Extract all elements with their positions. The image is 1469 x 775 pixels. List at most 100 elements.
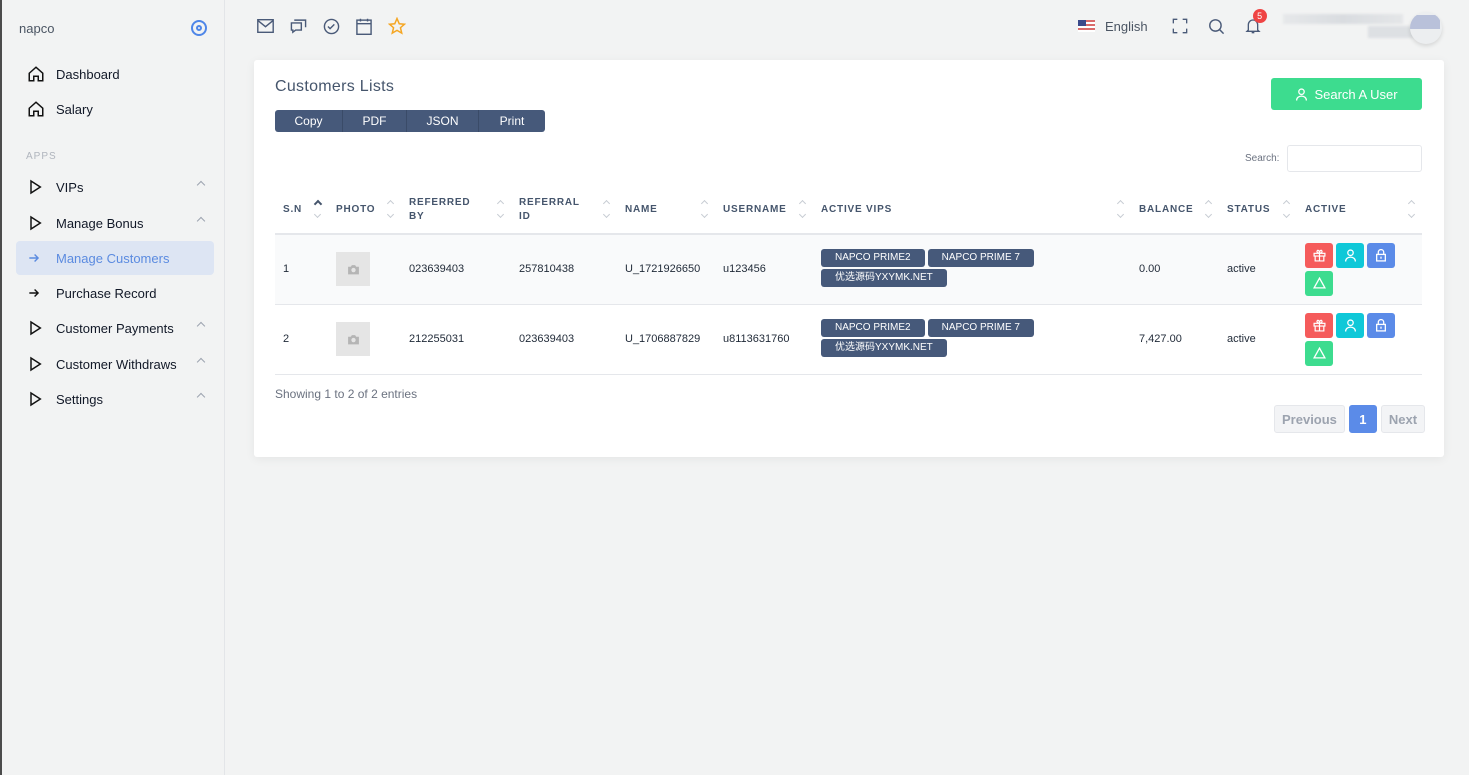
sidebar: napco Dashboard Salary APPS VIPs Manage … (0, 0, 225, 775)
view-user-button[interactable] (1336, 242, 1364, 268)
table-header-row: S.N PHOTO REFERRED BY REFERRAL ID NAME U… (275, 187, 1422, 235)
column-header-sn[interactable]: S.N (275, 187, 328, 235)
cell-referral-id: 023639403 (511, 304, 617, 375)
sidebar-item-dashboard[interactable]: Dashboard (16, 57, 214, 91)
lock-user-button[interactable] (1367, 312, 1395, 338)
sidebar-item-manage-bonus[interactable]: Manage Bonus (16, 206, 214, 240)
search-input[interactable] (1287, 145, 1422, 172)
cell-actions (1297, 234, 1422, 305)
chevron-up-icon (196, 180, 206, 190)
cell-active-vips: NAPCO PRIME2 NAPCO PRIME 7 优选源码YXYMK.NET (813, 304, 1131, 375)
page-title: Customers Lists (275, 78, 395, 95)
cell-sn: 1 (275, 234, 328, 305)
column-header-status[interactable]: STATUS (1219, 187, 1297, 235)
chat-icon[interactable] (289, 17, 307, 35)
column-header-balance[interactable]: BALANCE (1131, 187, 1219, 235)
cell-username: u123456 (715, 234, 813, 305)
home-icon (16, 100, 56, 118)
notification-bell-icon[interactable]: 5 (1245, 9, 1267, 35)
cell-name: U_1706887829 (617, 304, 715, 375)
table-row: 1 023639403 257810438 U_1721926650 u1234… (275, 234, 1422, 305)
cell-active-vips: NAPCO PRIME2 NAPCO PRIME 7 优选源码YXYMK.NET (813, 234, 1131, 305)
camera-icon (336, 322, 370, 356)
sort-icon (497, 199, 505, 221)
us-flag-icon (1078, 20, 1095, 32)
play-icon (16, 179, 56, 195)
avatar[interactable] (1410, 12, 1442, 44)
gift-bonus-button[interactable] (1305, 312, 1333, 338)
notification-badge: 5 (1252, 9, 1267, 23)
upgrade-button[interactable] (1305, 270, 1333, 296)
sidebar-item-label: Salary (56, 101, 93, 117)
star-icon[interactable] (388, 17, 406, 35)
lock-icon (1376, 248, 1386, 262)
check-circle-icon[interactable] (322, 17, 340, 35)
mail-icon[interactable] (256, 17, 274, 35)
calendar-icon[interactable] (355, 17, 373, 35)
user-icon (1344, 249, 1356, 262)
home-icon (16, 65, 56, 83)
play-icon (16, 356, 56, 372)
language-selector[interactable]: English (1105, 19, 1148, 34)
cell-photo (328, 304, 401, 375)
cell-status: active (1219, 304, 1297, 375)
cell-name: U_1721926650 (617, 234, 715, 305)
sort-icon (387, 199, 395, 221)
sidebar-item-label: Purchase Record (56, 285, 157, 301)
page-1-button[interactable]: 1 (1348, 405, 1377, 433)
triangle-icon (1312, 277, 1326, 289)
sidebar-item-manage-customers[interactable]: Manage Customers (16, 241, 214, 275)
pdf-button[interactable]: PDF (343, 110, 407, 132)
sidebar-item-label: Dashboard (56, 66, 120, 82)
column-header-referred-by[interactable]: REFERRED BY (401, 187, 511, 235)
lock-user-button[interactable] (1367, 242, 1395, 268)
user-icon (1344, 318, 1356, 332)
column-header-name[interactable]: NAME (617, 187, 715, 235)
fullscreen-icon[interactable] (1172, 18, 1188, 34)
export-button-group: Copy PDF JSON Print (275, 110, 545, 132)
sort-icon (314, 199, 322, 221)
column-header-referral-id[interactable]: REFERRAL ID (511, 187, 617, 235)
brand-name: napco (19, 21, 55, 36)
customers-table: S.N PHOTO REFERRED BY REFERRAL ID NAME U… (275, 187, 1422, 375)
table-row: 2 212255031 023639403 U_1706887829 u8113… (275, 304, 1422, 375)
copy-button[interactable]: Copy (275, 110, 343, 132)
next-page-button[interactable]: Next (1380, 405, 1426, 433)
cell-actions (1297, 304, 1422, 375)
topbar-right: English 5 (1078, 9, 1281, 40)
chevron-up-icon (196, 321, 206, 331)
upgrade-button[interactable] (1305, 340, 1333, 366)
search-user-button[interactable]: Search A User (1271, 78, 1422, 110)
gift-bonus-button[interactable] (1305, 242, 1333, 268)
json-button[interactable]: JSON (407, 110, 479, 132)
print-button[interactable]: Print (479, 110, 545, 132)
sidebar-item-label: Settings (56, 391, 103, 407)
sort-icon (799, 199, 807, 221)
sidebar-item-customer-withdraws[interactable]: Customer Withdraws (16, 347, 214, 381)
sidebar-item-salary[interactable]: Salary (16, 92, 214, 126)
sidebar-item-customer-payments[interactable]: Customer Payments (16, 311, 214, 345)
section-label-apps: APPS (26, 151, 57, 162)
sidebar-item-label: Manage Customers (56, 250, 170, 266)
sidebar-item-vips[interactable]: VIPs (16, 170, 214, 204)
gift-icon (1312, 319, 1326, 332)
triangle-icon (1312, 347, 1326, 359)
previous-page-button[interactable]: Previous (1274, 405, 1345, 433)
play-icon (16, 391, 56, 407)
view-user-button[interactable] (1336, 312, 1364, 338)
vip-badge: NAPCO PRIME2 (821, 319, 925, 337)
vip-badge: NAPCO PRIME 7 (927, 319, 1034, 337)
sort-icon (1205, 199, 1213, 221)
vip-badge: 优选源码YXYMK.NET (821, 339, 947, 357)
cell-balance: 0.00 (1131, 234, 1219, 305)
column-header-username[interactable]: USERNAME (715, 187, 813, 235)
column-header-active-vips[interactable]: ACTIVE VIPS (813, 187, 1131, 235)
topbar-shortcuts (256, 17, 406, 35)
sidebar-item-settings[interactable]: Settings (16, 382, 214, 416)
search-icon[interactable] (1208, 18, 1225, 35)
sort-icon (603, 199, 611, 221)
sidebar-item-purchase-record[interactable]: Purchase Record (16, 276, 214, 310)
column-header-photo[interactable]: PHOTO (328, 187, 401, 235)
sidebar-toggle-icon[interactable] (191, 20, 207, 36)
column-header-active[interactable]: ACTIVE (1297, 187, 1422, 235)
